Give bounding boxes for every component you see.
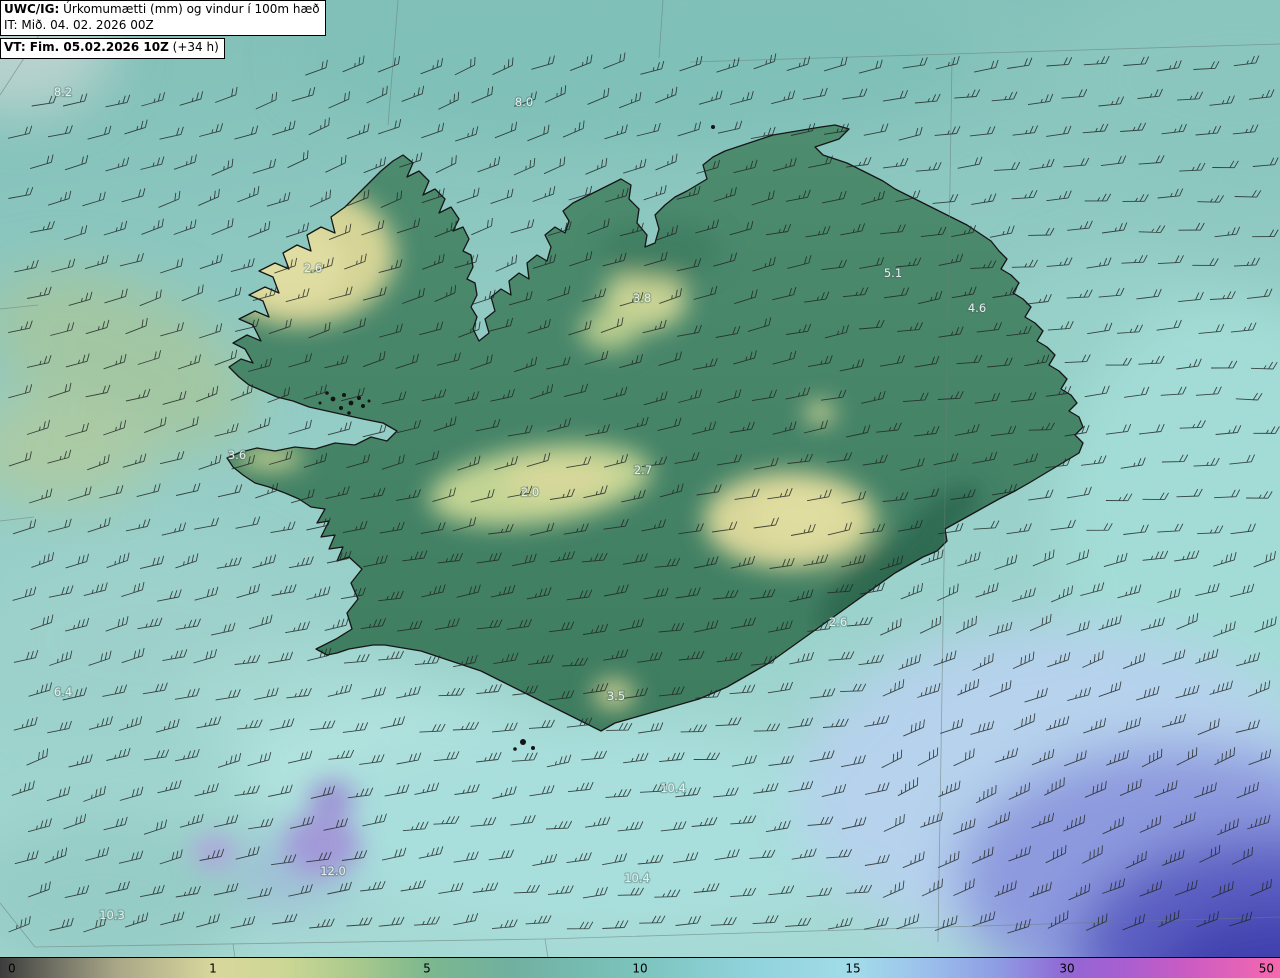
map-header: UWC/IG: Úrkomumætti (mm) og vindur í 100… — [0, 0, 326, 59]
contour-label: 10.3 — [99, 908, 125, 922]
valid-time: VT: Fim. 05.02.2026 10Z — [4, 40, 169, 55]
contour-label: 6.4 — [54, 685, 72, 699]
contour-label: 4.6 — [968, 301, 986, 315]
contour-label: 12.0 — [320, 864, 346, 878]
contour-label: 3.5 — [607, 689, 625, 703]
colorbar-tick: 30 — [1059, 962, 1074, 976]
colorbar-tick: 15 — [845, 962, 860, 976]
colorbar-tick: 50 — [1259, 962, 1274, 976]
colorbar-tick: 10 — [632, 962, 647, 976]
contour-label: 2.6 — [829, 615, 847, 629]
colorbar-tick: 1 — [209, 962, 217, 976]
valid-time-offset: (+34 h) — [168, 40, 219, 55]
model-label: UWC/IG: — [4, 2, 60, 16]
contour-label: 2.0 — [521, 485, 539, 499]
colorbar-tick: 5 — [423, 962, 431, 976]
contour-label: 2.6 — [304, 261, 322, 275]
contour-label: 3.8 — [633, 291, 651, 305]
contour-label: 10.4 — [660, 781, 686, 795]
contour-label: 5.1 — [884, 266, 902, 280]
contour-label: 2.7 — [634, 463, 652, 477]
valid-time-box: VT: Fim. 05.02.2026 10Z (+34 h) — [0, 38, 225, 59]
map-title: Úrkomumætti (mm) og vindur í 100m hæð — [59, 2, 320, 16]
weather-map-stage: 8.2 8.0 2.6 3.8 5.1 4.6 3.6 2.7 2.0 2.6 3.5 6.4 10.4… — [0, 0, 1280, 978]
colorbar-tick: 0 — [8, 962, 16, 976]
map-title-line: UWC/IG: Úrkomumætti (mm) og vindur í 100… — [4, 2, 320, 18]
contour-label: 10.4 — [624, 871, 650, 885]
init-time: IT: Mið. 04. 02. 2026 00Z — [4, 17, 154, 32]
contour-label: 8.0 — [515, 95, 533, 109]
map-title-box: UWC/IG: Úrkomumætti (mm) og vindur í 100… — [0, 0, 326, 37]
contour-label: 3.6 — [228, 448, 246, 462]
weather-map: 8.2 8.0 2.6 3.8 5.1 4.6 3.6 2.7 2.0 2.6 3.5 6.4 10.4… — [0, 0, 1280, 978]
contour-label: 8.2 — [54, 85, 72, 99]
